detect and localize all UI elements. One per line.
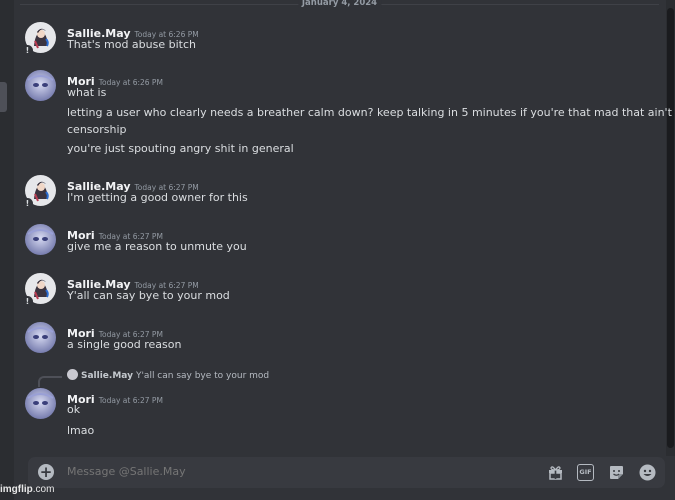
avatar-mori[interactable] <box>25 322 56 353</box>
date-divider: January 4, 2024 <box>20 0 659 8</box>
avatar-sallie[interactable]: ! <box>22 273 56 307</box>
timestamp: Today at 6:27 PM <box>98 396 163 405</box>
reply-avatar <box>67 369 78 380</box>
alert-badge-icon: ! <box>22 198 33 209</box>
emoji-icon[interactable] <box>639 464 656 481</box>
alert-badge-icon: ! <box>22 296 33 307</box>
avatar-sallie[interactable]: ! <box>22 175 56 209</box>
gif-icon[interactable]: GIF <box>577 464 594 481</box>
message-input[interactable] <box>67 465 487 478</box>
avatar-mori[interactable] <box>25 388 56 419</box>
avatar-sallie[interactable]: ! <box>22 22 56 56</box>
avatar-mori[interactable] <box>25 70 56 101</box>
gift-icon[interactable] <box>547 464 564 481</box>
sticker-icon[interactable] <box>608 464 625 481</box>
unread-indicator <box>0 82 7 112</box>
scrollbar-thumb[interactable] <box>667 8 674 448</box>
message-text: censorship <box>67 123 127 136</box>
message-composer: + GIF <box>28 457 665 488</box>
avatar-mori[interactable] <box>25 224 56 255</box>
reply-text: Y'all can say bye to your mod <box>135 371 270 381</box>
message-text: what is <box>67 86 107 99</box>
message-text: a single good reason <box>67 338 182 351</box>
plus-icon[interactable]: + <box>38 464 54 480</box>
date-divider-label: January 4, 2024 <box>297 0 382 8</box>
reply-author[interactable]: Sallie.May <box>81 371 133 381</box>
message-text: lmao <box>67 424 95 437</box>
imgflip-watermark: imgflip.com <box>0 484 55 495</box>
message-text: you're just spouting angry shit in gener… <box>67 142 294 155</box>
message-text: Y'all can say bye to your mod <box>67 289 230 302</box>
message-text: letting a user who clearly needs a breat… <box>67 106 672 119</box>
message-text: ok <box>67 403 81 416</box>
server-sidebar-strip <box>0 0 14 500</box>
message-text: give me a reason to unmute you <box>67 240 247 253</box>
message-text: I'm getting a good owner for this <box>67 191 248 204</box>
timestamp: Today at 6:26 PM <box>98 78 163 87</box>
scrollbar[interactable] <box>666 0 675 456</box>
reply-spine <box>38 376 62 387</box>
alert-badge-icon: ! <box>22 45 33 56</box>
message-text: That's mod abuse bitch <box>67 38 196 51</box>
reply-reference[interactable]: Sallie.May Y'all can say bye to your mod <box>67 369 269 381</box>
